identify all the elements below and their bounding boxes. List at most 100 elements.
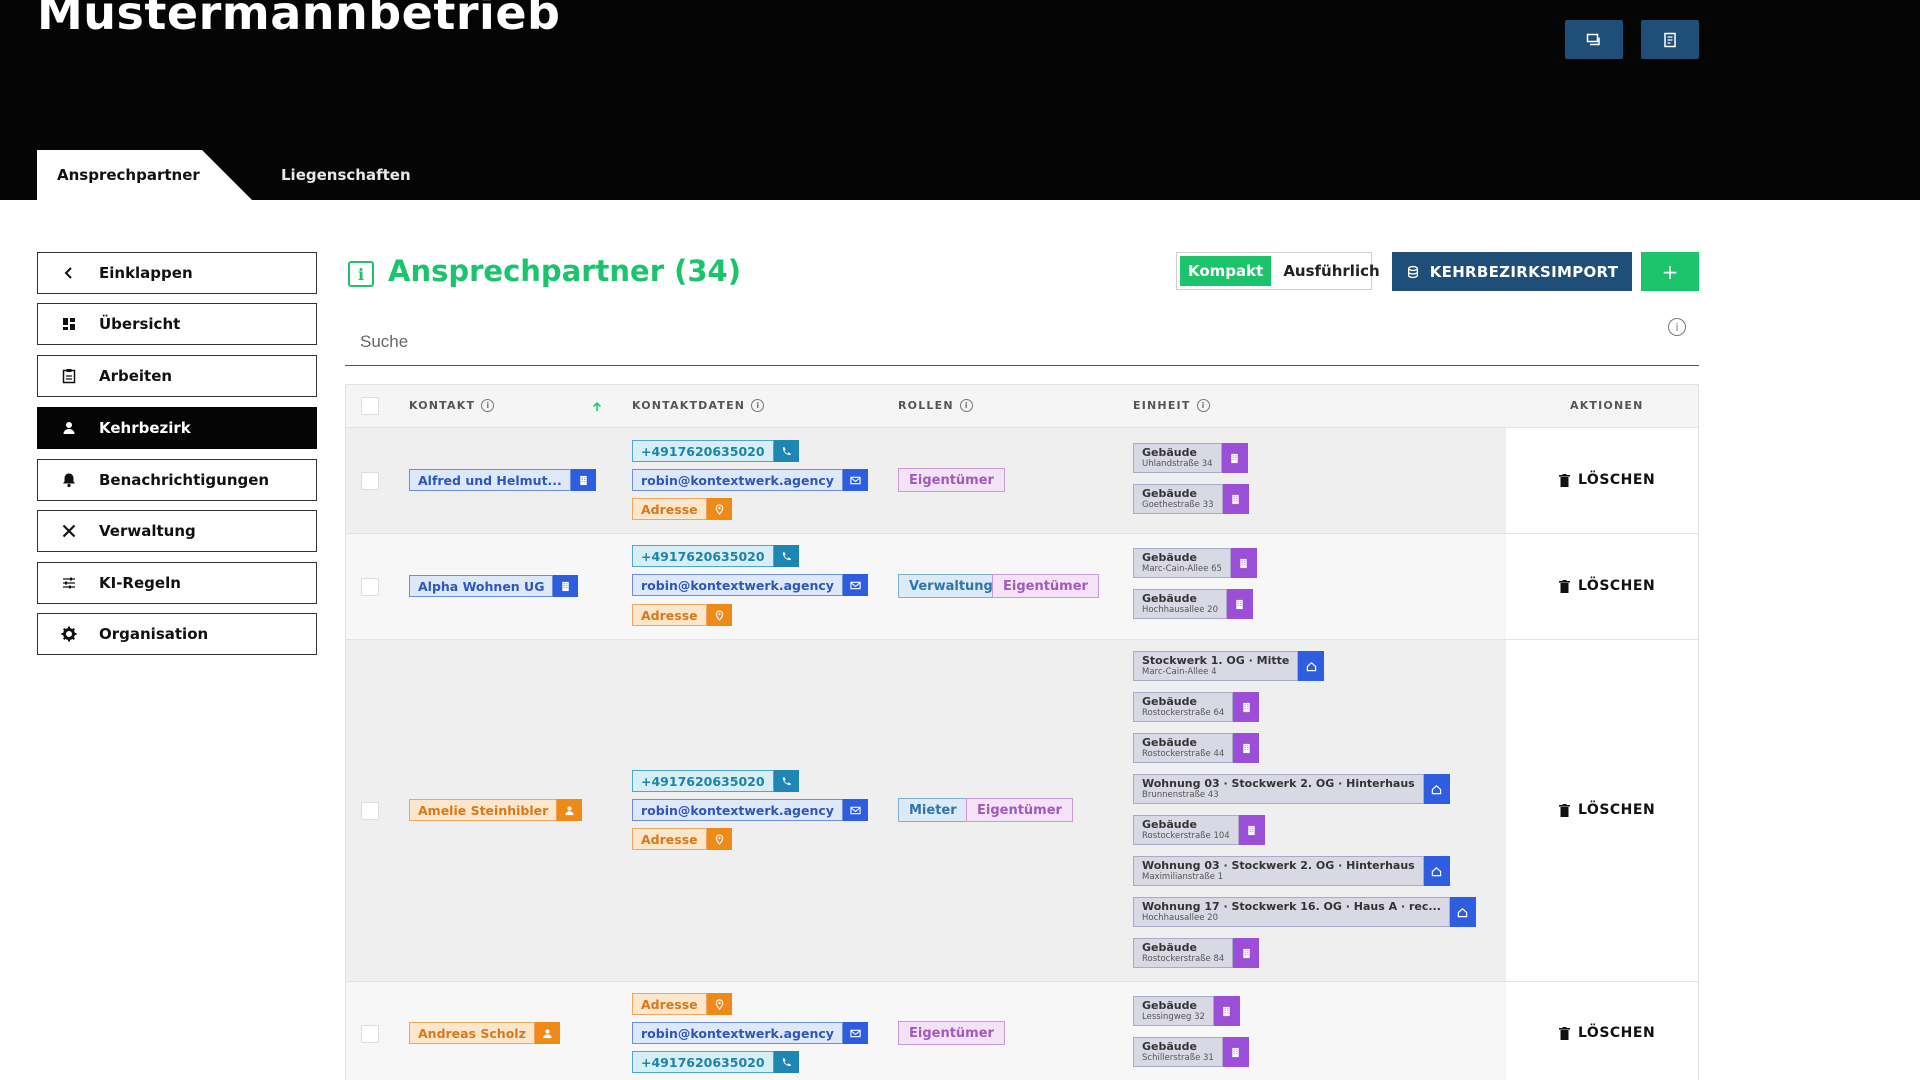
delete-button[interactable]: LÖSCHEN — [1559, 578, 1655, 594]
add-button[interactable]: + — [1641, 252, 1699, 291]
search-input[interactable] — [345, 318, 1699, 366]
unit-chip[interactable]: Gebäude Goethestraße 33 — [1133, 484, 1249, 514]
sidebar-item-label: Benachrichtigungen — [99, 471, 270, 489]
mail-icon — [842, 574, 868, 596]
email-chip[interactable]: robin@kontextwerk.agency — [632, 799, 868, 821]
unit-chip[interactable]: Gebäude Lessingweg 32 — [1133, 996, 1240, 1026]
sidebar-item-einklappen[interactable]: Einklappen — [37, 252, 317, 294]
row-checkbox[interactable] — [361, 472, 379, 490]
row-checkbox[interactable] — [361, 802, 379, 820]
address-chip[interactable]: Adresse — [632, 604, 732, 626]
table-row[interactable]: Alpha Wohnen UG +4917620635020 robin@kon… — [346, 533, 1698, 639]
location-pin-icon — [706, 993, 732, 1015]
table-row[interactable]: Andreas Scholz Adresse robin@kontextwerk… — [346, 981, 1698, 1080]
chevron-left-icon — [57, 264, 81, 282]
contact-chip[interactable]: Andreas Scholz — [409, 1022, 560, 1044]
tab-ansprechpartner[interactable]: Ansprechpartner — [37, 150, 252, 200]
sidebar-item-verwaltung[interactable]: Verwaltung — [37, 510, 317, 552]
document-button[interactable] — [1641, 20, 1699, 59]
contact-chip[interactable]: Alfred und Helmut... — [409, 469, 596, 491]
role-badge: Eigentümer — [966, 798, 1073, 822]
company-name: Mustermannbetrieb — [37, 0, 561, 40]
import-button-label: KEHRBEZIRKSIMPORT — [1429, 262, 1619, 281]
sidebar-item-ki-regeln[interactable]: KI-Regeln — [37, 562, 317, 604]
contact-chip[interactable]: Amelie Steinhibler — [409, 799, 583, 821]
person-icon — [534, 1022, 560, 1044]
home-icon — [1298, 651, 1325, 681]
dashboard-icon — [57, 315, 81, 333]
unit-chip[interactable]: Gebäude Uhlandstraße 34 — [1133, 443, 1248, 473]
search-info-icon[interactable]: i — [1668, 318, 1686, 336]
info-icon: i — [751, 399, 765, 412]
unit-chip[interactable]: Wohnung 17 · Stockwerk 16. OG · Haus A ·… — [1133, 897, 1476, 927]
unit-chip[interactable]: Gebäude Rostockerstraße 64 — [1133, 692, 1260, 722]
row-checkbox[interactable] — [361, 1025, 379, 1043]
sidebar-item-label: KI-Regeln — [99, 574, 181, 592]
email-chip[interactable]: robin@kontextwerk.agency — [632, 574, 868, 596]
column-header-rollen[interactable]: ROLLEN i — [898, 399, 973, 412]
sidebar-item-organisation[interactable]: Organisation — [37, 613, 317, 655]
chat-button[interactable] — [1565, 20, 1623, 59]
column-header-einheit[interactable]: EINHEIT i — [1133, 399, 1210, 412]
chat-icon — [1586, 33, 1600, 45]
email-chip[interactable]: robin@kontextwerk.agency — [632, 1022, 868, 1044]
home-icon — [1423, 774, 1450, 804]
table-header: KONTAKT i KONTAKTDATEN i ROLLEN i EINHEIT i … — [346, 385, 1698, 427]
sidebar-item-label: Arbeiten — [99, 367, 173, 385]
phone-icon — [773, 440, 799, 462]
page-title: Ansprechpartner (34) — [388, 254, 741, 288]
phone-icon — [773, 770, 799, 792]
tab-liegenschaften[interactable]: Liegenschaften — [281, 150, 411, 200]
phone-chip[interactable]: +4917620635020 — [632, 545, 799, 567]
address-chip[interactable]: Adresse — [632, 498, 732, 520]
role-badge: Mieter — [898, 798, 968, 822]
view-toggle: Kompakt Ausführlich — [1176, 252, 1380, 290]
sidebar-item-arbeiten[interactable]: Arbeiten — [37, 355, 317, 397]
unit-chip[interactable]: Gebäude Rostockerstraße 104 — [1133, 815, 1265, 845]
table-row[interactable]: Amelie Steinhibler +4917620635020 robin@… — [346, 639, 1698, 981]
import-button[interactable]: KEHRBEZIRKSIMPORT — [1392, 252, 1632, 291]
unit-chip[interactable]: Stockwerk 1. OG · Mitte Marc-Cain-Allee 4 — [1133, 651, 1325, 681]
column-header-kontakt[interactable]: KONTAKT i — [409, 399, 495, 412]
select-all-checkbox[interactable] — [361, 397, 379, 415]
role-badge: Eigentümer — [898, 468, 1005, 492]
phone-chip[interactable]: +4917620635020 — [632, 440, 799, 462]
delete-button[interactable]: LÖSCHEN — [1559, 472, 1655, 488]
sidebar-item-benachrichtigungen[interactable]: Benachrichtigungen — [37, 459, 317, 501]
contact-chip[interactable]: Alpha Wohnen UG — [409, 575, 579, 597]
phone-icon — [773, 1051, 799, 1073]
document-icon — [1664, 32, 1676, 47]
sidebar-item-uebersicht[interactable]: Übersicht — [37, 303, 317, 345]
unit-chip[interactable]: Gebäude Rostockerstraße 44 — [1133, 733, 1260, 763]
delete-button[interactable]: LÖSCHEN — [1559, 1025, 1655, 1041]
address-chip[interactable]: Adresse — [632, 993, 732, 1015]
unit-chip[interactable]: Gebäude Marc-Cain-Allee 65 — [1133, 548, 1257, 578]
unit-chip[interactable]: Gebäude Hochhausallee 20 — [1133, 589, 1253, 619]
unit-chip[interactable]: Wohnung 03 · Stockwerk 2. OG · Hinterhau… — [1133, 856, 1450, 886]
building-icon — [1233, 733, 1260, 763]
unit-chip[interactable]: Gebäude Rostockerstraße 84 — [1133, 938, 1260, 968]
sidebar-item-label: Einklappen — [99, 264, 193, 282]
location-pin-icon — [706, 498, 732, 520]
sort-asc-icon[interactable] — [592, 401, 602, 412]
building-icon — [1233, 692, 1260, 722]
phone-chip[interactable]: +4917620635020 — [632, 770, 799, 792]
table-row[interactable]: Alfred und Helmut... +4917620635020 robi… — [346, 427, 1698, 533]
row-checkbox[interactable] — [361, 578, 379, 596]
role-badge: Eigentümer — [992, 574, 1099, 598]
view-detailed-button[interactable]: Ausführlich — [1271, 262, 1391, 280]
email-chip[interactable]: robin@kontextwerk.agency — [632, 469, 868, 491]
role-badge: Verwaltung — [898, 574, 1004, 598]
address-chip[interactable]: Adresse — [632, 828, 732, 850]
trash-icon — [1559, 579, 1570, 593]
column-header-aktionen: AKTIONEN — [1570, 399, 1644, 412]
column-header-kontaktdaten[interactable]: KONTAKTDATEN i — [632, 399, 765, 412]
sidebar-item-kehrbezirk[interactable]: Kehrbezirk — [37, 407, 317, 449]
unit-chip[interactable]: Wohnung 03 · Stockwerk 2. OG · Hinterhau… — [1133, 774, 1450, 804]
delete-button[interactable]: LÖSCHEN — [1559, 802, 1655, 818]
view-compact-button[interactable]: Kompakt — [1180, 256, 1272, 286]
trash-icon — [1559, 803, 1570, 817]
phone-chip[interactable]: +4917620635020 — [632, 1051, 799, 1073]
sidebar-item-label: Organisation — [99, 625, 209, 643]
unit-chip[interactable]: Gebäude Schillerstraße 31 — [1133, 1037, 1249, 1067]
